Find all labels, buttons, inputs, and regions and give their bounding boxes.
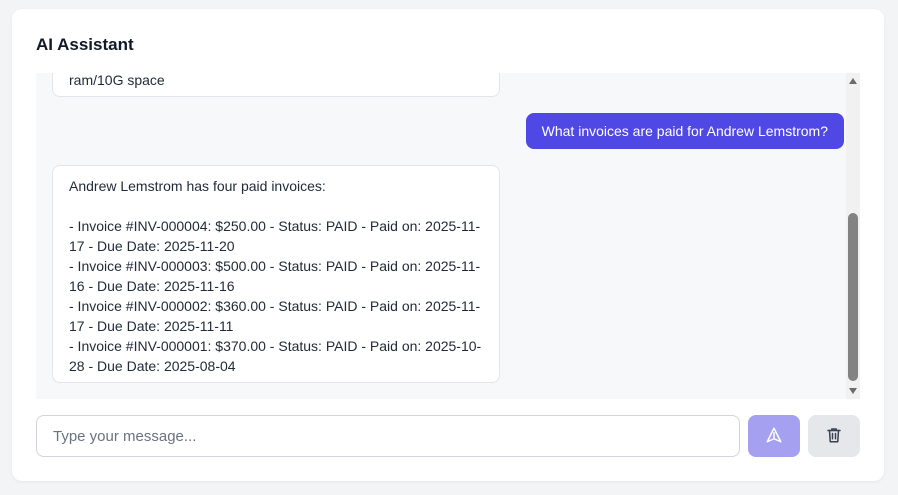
assistant-card: AI Assistant ram/10G space What invoices… bbox=[12, 9, 884, 481]
scrollbar-thumb[interactable] bbox=[848, 213, 858, 381]
message-input[interactable] bbox=[36, 415, 740, 457]
bot-message: ram/10G space bbox=[52, 73, 500, 97]
user-message-text: What invoices are paid for Andrew Lemstr… bbox=[541, 123, 828, 139]
send-button[interactable] bbox=[748, 415, 800, 457]
send-icon bbox=[765, 426, 783, 447]
chat-scrollbar[interactable] bbox=[846, 73, 860, 399]
chat-messages[interactable]: ram/10G space What invoices are paid for… bbox=[36, 73, 860, 399]
scroll-up-arrow-icon[interactable] bbox=[849, 78, 857, 84]
bot-message-intro: Andrew Lemstrom has four paid invoices: bbox=[69, 178, 326, 194]
invoice-line: - Invoice #INV-000002: $360.00 - Status:… bbox=[69, 298, 481, 334]
page-title: AI Assistant bbox=[36, 35, 134, 54]
invoice-line: - Invoice #INV-000001: $370.00 - Status:… bbox=[69, 338, 482, 374]
bot-message-text: ram/10G space bbox=[69, 73, 165, 88]
scroll-down-arrow-icon[interactable] bbox=[849, 388, 857, 394]
bot-message: Andrew Lemstrom has four paid invoices: … bbox=[52, 165, 500, 383]
trash-icon bbox=[825, 426, 843, 447]
user-message: What invoices are paid for Andrew Lemstr… bbox=[525, 113, 844, 149]
invoice-line: - Invoice #INV-000003: $500.00 - Status:… bbox=[69, 258, 481, 294]
invoice-line: - Invoice #INV-000004: $250.00 - Status:… bbox=[69, 218, 481, 254]
clear-chat-button[interactable] bbox=[808, 415, 860, 457]
